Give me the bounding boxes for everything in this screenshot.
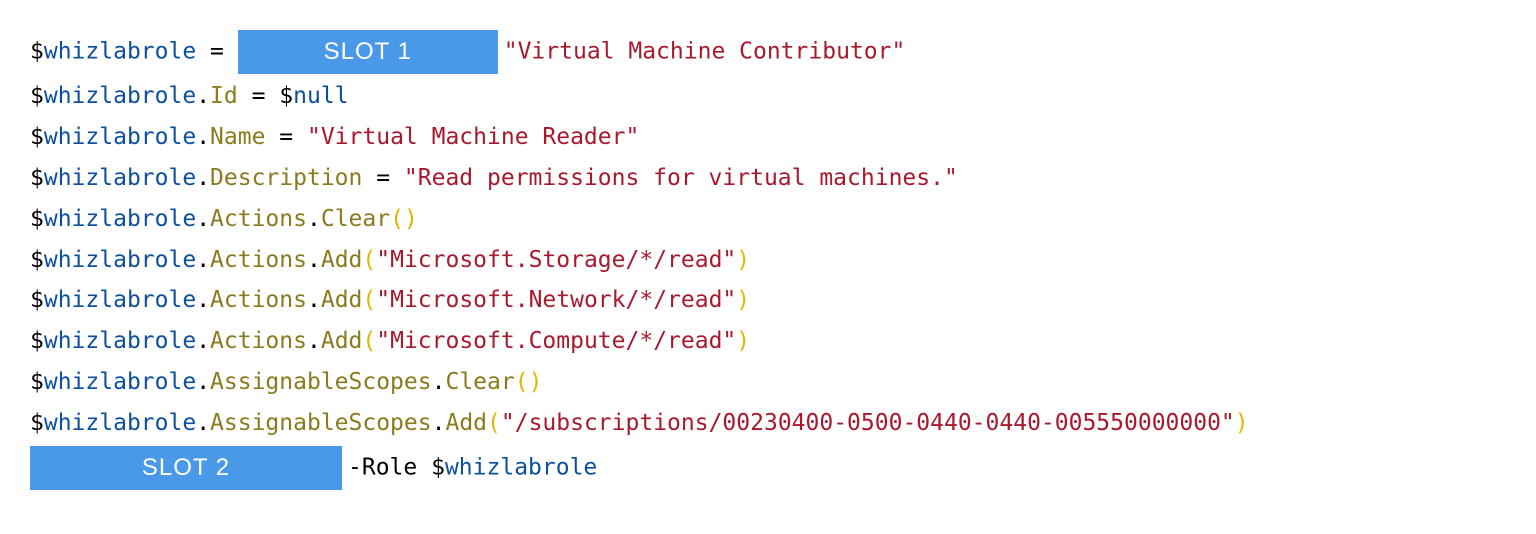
dollar-sign: $ <box>30 39 44 65</box>
dollar-sign: $ <box>279 83 293 109</box>
dollar-sign: $ <box>30 328 44 354</box>
string-literal: "Read permissions for virtual machines." <box>404 165 958 191</box>
dollar-sign: $ <box>30 410 44 436</box>
dollar-sign: $ <box>30 83 44 109</box>
dollar-sign: $ <box>30 124 44 150</box>
dot: . <box>196 287 210 313</box>
equals: = <box>265 124 307 150</box>
code-line-10: $whizlabrole.AssignableScopes.Add("/subs… <box>30 405 1506 442</box>
close-paren: ) <box>736 247 750 273</box>
dollar-sign: $ <box>431 454 445 480</box>
dot: . <box>432 369 446 395</box>
parameter: -Role <box>348 454 431 480</box>
code-line-11: SLOT 2-Role $whizlabrole <box>30 446 1506 490</box>
property: Description <box>210 165 362 191</box>
code-line-7: $whizlabrole.Actions.Add("Microsoft.Netw… <box>30 282 1506 319</box>
dot: . <box>196 165 210 191</box>
method: Clear <box>445 369 514 395</box>
close-paren: ) <box>404 206 418 232</box>
variable: whizlabrole <box>44 39 196 65</box>
open-paren: ( <box>362 247 376 273</box>
dot: . <box>196 328 210 354</box>
variable: whizlabrole <box>44 124 196 150</box>
string-literal: "Microsoft.Compute/*/read" <box>376 328 736 354</box>
property: Id <box>210 83 238 109</box>
dot: . <box>307 287 321 313</box>
property: AssignableScopes <box>210 369 432 395</box>
open-paren: ( <box>515 369 529 395</box>
property: Actions <box>210 206 307 232</box>
string-literal: "Microsoft.Network/*/read" <box>376 287 736 313</box>
variable: whizlabrole <box>44 206 196 232</box>
method: Add <box>321 247 363 273</box>
equals: = <box>196 39 238 65</box>
dot: . <box>307 328 321 354</box>
code-line-4: $whizlabrole.Description = "Read permiss… <box>30 160 1506 197</box>
variable: whizlabrole <box>44 165 196 191</box>
method: Add <box>321 287 363 313</box>
property: Name <box>210 124 265 150</box>
dollar-sign: $ <box>30 165 44 191</box>
variable: whizlabrole <box>44 328 196 354</box>
code-line-5: $whizlabrole.Actions.Clear() <box>30 201 1506 238</box>
dot: . <box>196 410 210 436</box>
code-line-3: $whizlabrole.Name = "Virtual Machine Rea… <box>30 119 1506 156</box>
dollar-sign: $ <box>30 369 44 395</box>
null-keyword: null <box>293 83 348 109</box>
dot: . <box>196 83 210 109</box>
slot-1-placeholder[interactable]: SLOT 1 <box>238 30 498 74</box>
property: Actions <box>210 247 307 273</box>
dot: . <box>196 124 210 150</box>
string-literal: "Microsoft.Storage/*/read" <box>376 247 736 273</box>
equals: = <box>238 83 280 109</box>
string-literal: "Virtual Machine Reader" <box>307 124 639 150</box>
open-paren: ( <box>362 328 376 354</box>
dollar-sign: $ <box>30 206 44 232</box>
open-paren: ( <box>362 287 376 313</box>
string-literal: "Virtual Machine Contributor" <box>504 39 906 65</box>
property: Actions <box>210 287 307 313</box>
close-paren: ) <box>736 287 750 313</box>
variable: whizlabrole <box>44 83 196 109</box>
close-paren: ) <box>529 369 543 395</box>
dot: . <box>307 247 321 273</box>
dot: . <box>307 206 321 232</box>
equals: = <box>362 165 404 191</box>
code-line-1: $whizlabrole = SLOT 1"Virtual Machine Co… <box>30 30 1506 74</box>
property: AssignableScopes <box>210 410 432 436</box>
code-line-2: $whizlabrole.Id = $null <box>30 78 1506 115</box>
open-paren: ( <box>487 410 501 436</box>
dot: . <box>196 369 210 395</box>
property: Actions <box>210 328 307 354</box>
code-line-6: $whizlabrole.Actions.Add("Microsoft.Stor… <box>30 242 1506 279</box>
variable: whizlabrole <box>44 247 196 273</box>
method: Add <box>321 328 363 354</box>
dot: . <box>196 206 210 232</box>
code-line-9: $whizlabrole.AssignableScopes.Clear() <box>30 364 1506 401</box>
string-literal: "/subscriptions/00230400-0500-0440-0440-… <box>501 410 1235 436</box>
dollar-sign: $ <box>30 287 44 313</box>
variable: whizlabrole <box>44 410 196 436</box>
method: Clear <box>321 206 390 232</box>
dollar-sign: $ <box>30 247 44 273</box>
slot-2-placeholder[interactable]: SLOT 2 <box>30 446 342 490</box>
close-paren: ) <box>1235 410 1249 436</box>
variable: whizlabrole <box>44 369 196 395</box>
open-paren: ( <box>390 206 404 232</box>
code-block: $whizlabrole = SLOT 1"Virtual Machine Co… <box>30 30 1506 490</box>
code-line-8: $whizlabrole.Actions.Add("Microsoft.Comp… <box>30 323 1506 360</box>
variable: whizlabrole <box>44 287 196 313</box>
close-paren: ) <box>736 328 750 354</box>
variable: whizlabrole <box>445 454 597 480</box>
method: Add <box>445 410 487 436</box>
dot: . <box>196 247 210 273</box>
dot: . <box>432 410 446 436</box>
